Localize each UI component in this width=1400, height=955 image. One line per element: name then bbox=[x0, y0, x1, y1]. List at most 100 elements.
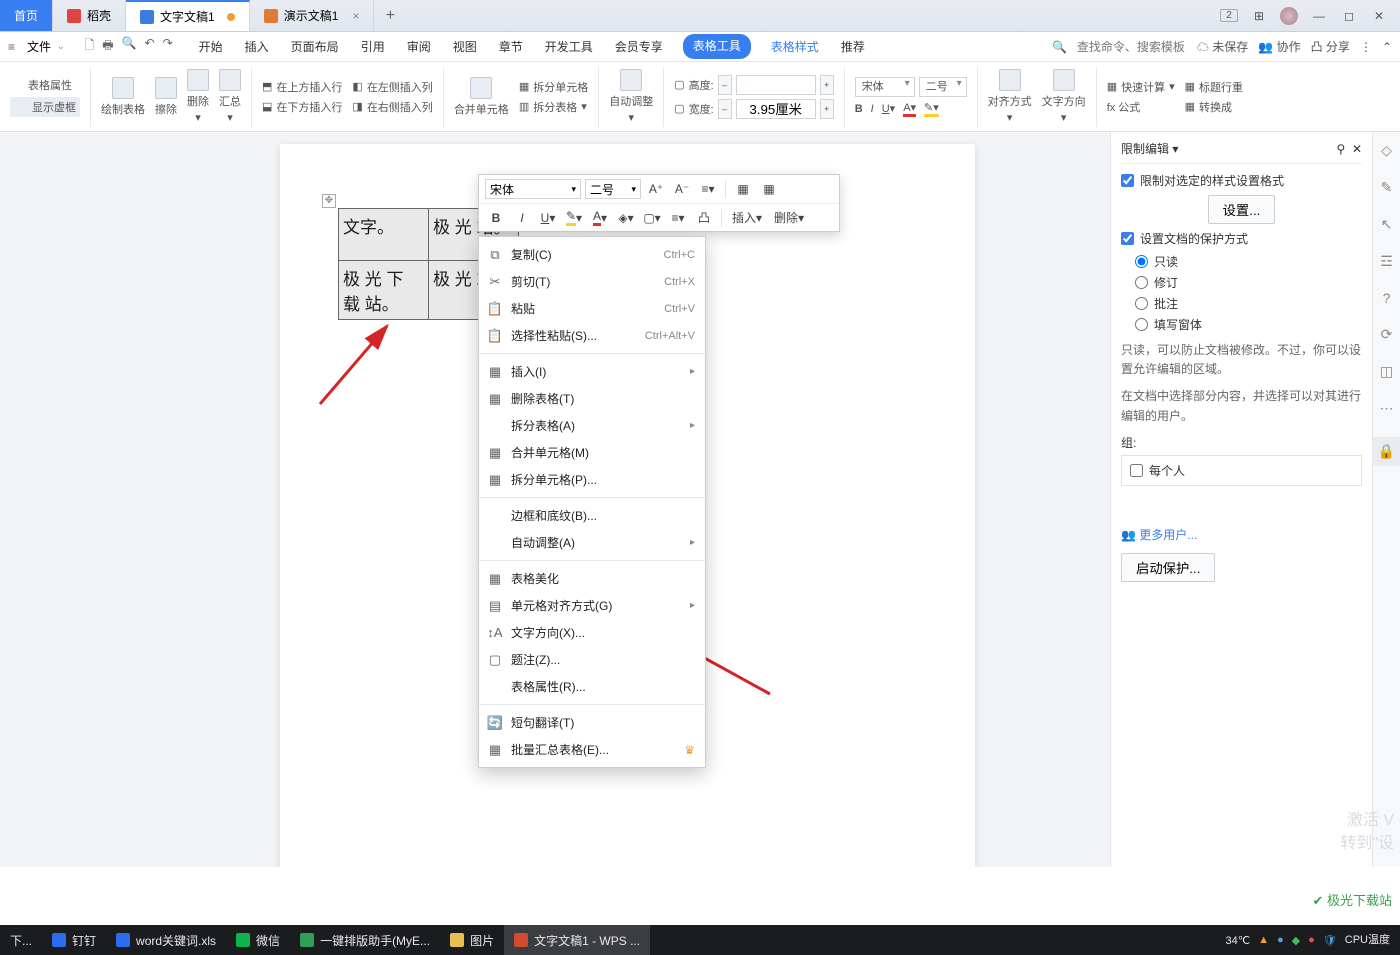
cloud-unsaved[interactable]: ☁ 未保存 bbox=[1197, 38, 1248, 55]
ctx-paste[interactable]: 📋粘贴Ctrl+V bbox=[479, 295, 705, 322]
mini-font-color-button[interactable]: A▾ bbox=[589, 207, 611, 229]
avatar-icon[interactable] bbox=[1280, 7, 1298, 25]
qat-print-icon[interactable]: 🖶 bbox=[102, 36, 113, 57]
draw-table-button[interactable]: 绘制表格 bbox=[101, 77, 145, 117]
strip-more-icon[interactable]: ⋯ bbox=[1380, 400, 1394, 417]
opt-fill-form[interactable]: 填写窗体 bbox=[1135, 316, 1362, 333]
new-tab-button[interactable]: + bbox=[374, 0, 406, 31]
strip-pen-icon[interactable]: ✎ bbox=[1381, 179, 1393, 196]
ctx-beautify[interactable]: ▦表格美化 bbox=[479, 565, 705, 592]
taskbar-item-folder[interactable]: 图片 bbox=[440, 925, 504, 955]
ctx-border-shading[interactable]: 边框和底纹(B)... bbox=[479, 502, 705, 529]
mini-delete-button[interactable]: 删除▾ bbox=[770, 207, 808, 229]
mini-highlight-button[interactable]: ✎▾ bbox=[563, 207, 585, 229]
close-icon[interactable]: × bbox=[352, 9, 359, 23]
file-menu[interactable]: 文件⌄ bbox=[19, 36, 73, 57]
settings-button[interactable]: 设置... bbox=[1208, 195, 1276, 224]
mini-format-painter-icon[interactable]: 凸 bbox=[693, 207, 715, 229]
strip-smart-icon[interactable]: ◇ bbox=[1381, 142, 1392, 159]
strip-help-icon[interactable]: ? bbox=[1383, 290, 1391, 306]
strip-lock-icon[interactable]: 🔒 bbox=[1373, 437, 1400, 466]
font-color-button[interactable]: A▾ bbox=[903, 101, 916, 117]
mini-decrease-size-icon[interactable]: A⁻ bbox=[671, 178, 693, 200]
menu-dev[interactable]: 开发工具 bbox=[543, 34, 595, 59]
mini-increase-size-icon[interactable]: A⁺ bbox=[645, 178, 667, 200]
menu-table-style[interactable]: 表格样式 bbox=[769, 34, 821, 59]
insert-col-right[interactable]: ◨在右侧插入列 bbox=[352, 99, 432, 115]
tab-home[interactable]: 首页 bbox=[0, 0, 53, 31]
tab-doc-dao-ke[interactable]: 稻壳 bbox=[53, 0, 126, 31]
app-badge-icon[interactable]: 2 bbox=[1220, 9, 1238, 22]
check-protect-method[interactable]: 设置文档的保护方式 bbox=[1121, 230, 1362, 247]
menu-recommend[interactable]: 推荐 bbox=[839, 34, 867, 59]
height-input[interactable] bbox=[736, 75, 816, 95]
menu-view[interactable]: 视图 bbox=[451, 34, 479, 59]
menu-refs[interactable]: 引用 bbox=[359, 34, 387, 59]
insert-col-left[interactable]: ◧在左侧插入列 bbox=[352, 79, 432, 95]
insert-row-below[interactable]: ⬓在下方插入行 bbox=[262, 99, 342, 115]
mini-border-button[interactable]: ▢▾ bbox=[641, 207, 663, 229]
taskbar-item-wechat[interactable]: 微信 bbox=[226, 925, 290, 955]
mini-shading-button[interactable]: ◈▾ bbox=[615, 207, 637, 229]
cell-r2c1[interactable]: 极 光 下 载 站。 bbox=[339, 261, 429, 320]
underline-button[interactable]: U▾ bbox=[882, 102, 895, 115]
font-name-select[interactable]: 宋体 bbox=[855, 77, 915, 97]
mini-underline-button[interactable]: U▾ bbox=[537, 207, 559, 229]
mini-table-icon-1[interactable]: ▦ bbox=[732, 178, 754, 200]
table-move-handle-icon[interactable]: ✥ bbox=[322, 194, 336, 208]
tab-doc-presentation-1[interactable]: 演示文稿1 × bbox=[250, 0, 375, 31]
search-input[interactable] bbox=[1077, 40, 1187, 54]
opt-track[interactable]: 修订 bbox=[1135, 274, 1362, 291]
mini-italic-button[interactable]: I bbox=[511, 207, 533, 229]
minimize-button[interactable]: — bbox=[1310, 9, 1328, 23]
ctx-table-props[interactable]: 表格属性(R)... bbox=[479, 673, 705, 700]
check-everyone[interactable]: 每个人 bbox=[1130, 462, 1353, 479]
menu-table-tool[interactable]: 表格工具 bbox=[683, 34, 751, 59]
opt-comment[interactable]: 批注 bbox=[1135, 295, 1362, 312]
ctx-batch-summary[interactable]: ▦批量汇总表格(E)...♛ bbox=[479, 736, 705, 763]
qat-redo-icon[interactable]: ↷ bbox=[163, 36, 173, 57]
ctx-cut[interactable]: ✂剪切(T)Ctrl+X bbox=[479, 268, 705, 295]
ctx-cell-align[interactable]: ▤单元格对齐方式(G)▸ bbox=[479, 592, 705, 619]
close-panel-icon[interactable]: ✕ bbox=[1352, 142, 1362, 156]
taskbar-item-dingtalk[interactable]: 钉钉 bbox=[42, 925, 106, 955]
fx-button[interactable]: fx 公式 bbox=[1107, 99, 1175, 115]
width-input[interactable] bbox=[736, 99, 816, 119]
insert-row-above[interactable]: ⬒在上方插入行 bbox=[262, 79, 342, 95]
menu-review[interactable]: 审阅 bbox=[405, 34, 433, 59]
opt-readonly[interactable]: 只读 bbox=[1135, 253, 1362, 270]
width-dec[interactable]: – bbox=[718, 99, 732, 119]
mini-insert-button[interactable]: 插入▾ bbox=[728, 207, 766, 229]
text-direction-button[interactable]: 文字方向▾ bbox=[1042, 69, 1086, 124]
ctx-text-direction[interactable]: ↕A文字方向(X)... bbox=[479, 619, 705, 646]
ctx-split-cell[interactable]: ▦拆分单元格(P)... bbox=[479, 466, 705, 493]
more-icon[interactable]: ⋮ bbox=[1360, 40, 1372, 54]
cell-r1c1[interactable]: 文字。 bbox=[339, 209, 429, 261]
search-icon[interactable]: 🔍 bbox=[1052, 40, 1067, 54]
ctx-copy[interactable]: ⧉复制(C)Ctrl+C bbox=[479, 241, 705, 268]
ctx-merge-cell[interactable]: ▦合并单元格(M) bbox=[479, 439, 705, 466]
title-row-button[interactable]: ▦标题行重 bbox=[1185, 79, 1243, 95]
apps-icon[interactable]: ⊞ bbox=[1250, 9, 1268, 23]
maximize-button[interactable]: ◻ bbox=[1340, 9, 1358, 23]
taskbar-item-xls[interactable]: word关键词.xls bbox=[106, 925, 226, 955]
erase-button[interactable]: 擦除 bbox=[155, 77, 177, 117]
table-props-button[interactable]: 表格属性 bbox=[10, 77, 80, 93]
menu-section[interactable]: 章节 bbox=[497, 34, 525, 59]
tab-doc-text-1[interactable]: 文字文稿1 bbox=[126, 0, 250, 31]
bold-button[interactable]: B bbox=[855, 103, 863, 115]
summary-button[interactable]: 汇总▾ bbox=[219, 69, 241, 124]
taskbar-item-typeset[interactable]: 一键排版助手(MyE... bbox=[290, 925, 440, 955]
split-cell-button[interactable]: ▦拆分单元格 bbox=[519, 79, 588, 95]
align-button[interactable]: 对齐方式▾ bbox=[988, 69, 1032, 124]
show-frame-button[interactable]: 显示虚框 bbox=[10, 97, 80, 117]
ctx-split-table[interactable]: 拆分表格(A)▸ bbox=[479, 412, 705, 439]
mini-font-select[interactable]: 宋体▾ bbox=[485, 179, 581, 199]
close-button[interactable]: ✕ bbox=[1370, 9, 1388, 23]
ctx-delete-table[interactable]: ▦删除表格(T) bbox=[479, 385, 705, 412]
collapse-ribbon-icon[interactable]: ⌃ bbox=[1382, 40, 1392, 54]
mini-align-button[interactable]: ≡▾ bbox=[667, 207, 689, 229]
menu-layout[interactable]: 页面布局 bbox=[289, 34, 341, 59]
ctx-caption[interactable]: ▢题注(Z)... bbox=[479, 646, 705, 673]
mini-bold-button[interactable]: B bbox=[485, 207, 507, 229]
